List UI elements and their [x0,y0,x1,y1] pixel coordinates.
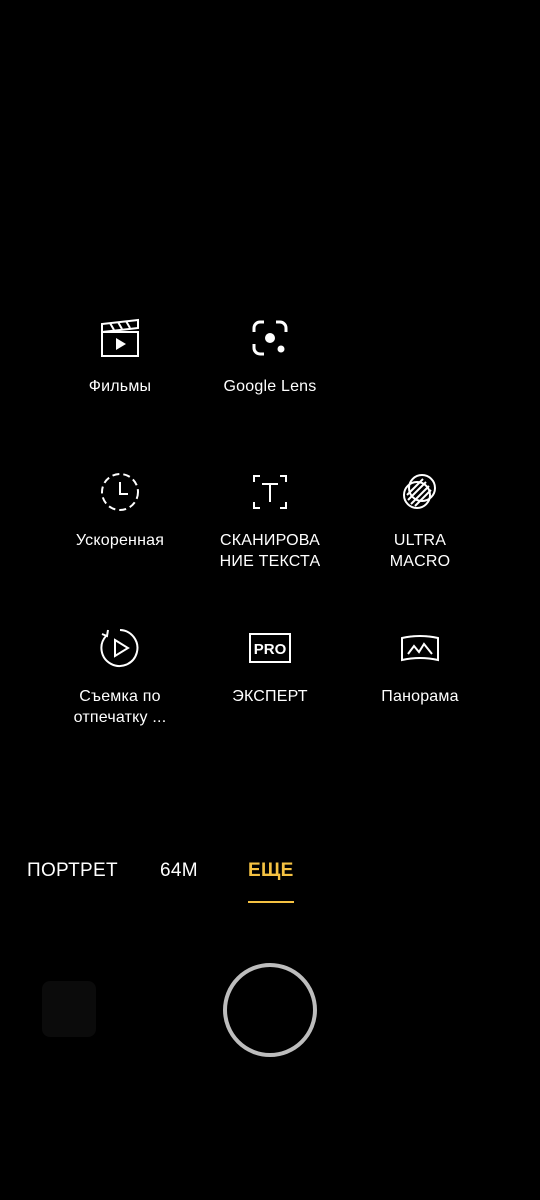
mode-google-lens[interactable]: Google Lens [195,316,345,397]
timelapse-clock-icon [101,473,139,511]
google-lens-icon [252,320,288,356]
tab-more[interactable]: ЕЩЕ [248,860,294,903]
mode-films[interactable]: Фильмы [45,316,195,397]
tab-label: ПОРТРЕТ [27,860,118,881]
svg-text:PRO: PRO [254,641,287,658]
mode-label: ЭКСПЕРТ [232,688,308,705]
pro-mode-icon: PRO [249,633,291,663]
mode-panorama[interactable]: Панорама [345,626,495,707]
mode-label: Съемка по отпечатку ... [73,688,167,726]
camera-mode-tabs: ПОРТРЕТ 64M ЕЩЕ [0,860,540,910]
text-scan-icon [253,475,287,509]
tab-label: ЕЩЕ [248,860,294,881]
tab-label: 64M [160,860,198,881]
mode-label: Ускоренная [75,532,165,549]
shutter-button[interactable] [223,963,317,1057]
mode-text-scan[interactable]: СКАНИРОВА НИЕ ТЕКСТА [195,470,345,572]
macro-lens-icon [403,474,436,509]
mode-label: СКАНИРОВА НИЕ ТЕКСТА [219,532,321,570]
mode-ultra-macro[interactable]: ULTRA MACRO [345,470,495,572]
mode-expert[interactable]: PRO ЭКСПЕРТ [195,626,345,707]
clapperboard-icon [101,318,139,357]
mode-label: Фильмы [88,378,152,395]
mode-label: Google Lens [223,378,317,395]
panorama-icon [401,635,439,662]
mode-fingerprint-shot[interactable]: Съемка по отпечатку ... [45,626,195,728]
gallery-thumbnail[interactable] [42,981,96,1037]
fingerprint-shot-icon [100,629,139,667]
mode-timelapse[interactable]: Ускоренная [45,470,195,551]
tab-64m[interactable]: 64M [160,860,198,882]
mode-label: Панорама [381,688,459,705]
mode-label: ULTRA MACRO [389,532,451,570]
active-tab-indicator [248,901,294,903]
tab-portrait[interactable]: ПОРТРЕТ [27,860,118,882]
